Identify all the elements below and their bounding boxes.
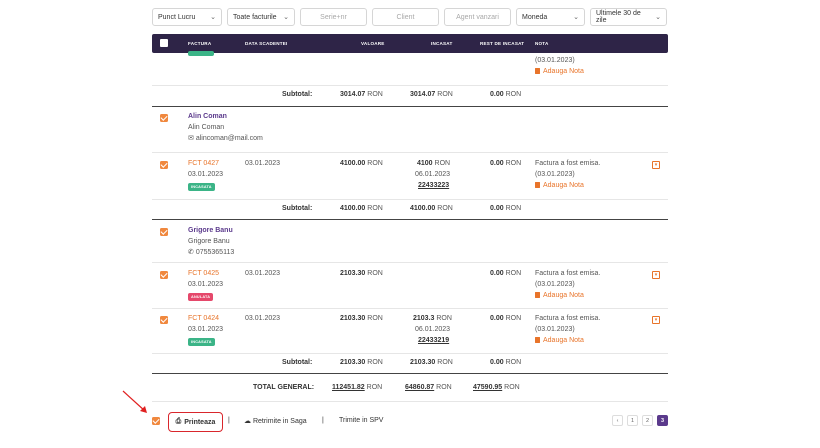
status-badge: INCASATA (188, 338, 215, 346)
payment-doc-link[interactable]: 22433223 (418, 181, 449, 192)
send-spv-button[interactable]: Trimite in SPV (339, 417, 383, 424)
chevron-down-icon: ⌄ (283, 14, 289, 21)
col-data-scadenta[interactable]: DATA SCADENTEI (245, 41, 288, 46)
punct-lucru-select[interactable]: Punct Lucru ⌄ (152, 8, 222, 26)
add-note-link[interactable]: Adauga Nota (535, 181, 584, 192)
select-all-checkbox[interactable] (160, 39, 168, 47)
period-select[interactable]: Ultimele 30 de zile ⌄ (590, 8, 667, 26)
table-header: FACTURA DATA SCADENTEI VALOARE INCASAT R… (152, 34, 668, 53)
invoice-checkbox[interactable] (160, 161, 168, 169)
client-input[interactable]: Client (372, 8, 439, 26)
printer-icon: ⎙ (175, 418, 182, 425)
agent-input[interactable]: Agent vanzari (444, 8, 511, 26)
cloud-upload-icon: ☁ (244, 418, 251, 425)
client-row: Grigore Banu Grigore Banu ✆ 0755365113 (152, 226, 668, 262)
col-rest[interactable]: REST DE INCASAT (480, 41, 524, 46)
separator: | (228, 417, 230, 424)
note-icon (535, 182, 540, 188)
status-badge (188, 51, 214, 56)
col-valoare[interactable]: VALOARE (361, 41, 385, 46)
table-row: FCT 0424 03.01.2023 INCASATA 03.01.2023 … (152, 314, 668, 352)
status-badge: INCASATA (188, 183, 215, 191)
invoice-link[interactable]: FCT 0425 (188, 269, 219, 280)
add-note-link[interactable]: Adauga Nota (535, 291, 584, 302)
page-2[interactable]: 2 (642, 415, 653, 426)
bottom-action-bar: ⎙ Printeaza | ☁ Retrimite in Saga | Trimi… (152, 412, 668, 432)
select-all-bottom-checkbox[interactable] (152, 417, 160, 425)
note-icon (535, 337, 540, 343)
page-1[interactable]: 1 (627, 415, 638, 426)
subtotal-row: Subtotal: 2103.30 RON 2103.30 RON 0.00 R… (282, 359, 522, 366)
total-row: TOTAL GENERAL: 112451.82 RON 64860.87 RO… (253, 384, 520, 391)
page-3[interactable]: 3 (657, 415, 668, 426)
invoice-link[interactable]: FCT 0424 (188, 314, 219, 325)
mail-icon: ✉ (188, 135, 194, 142)
chevron-down-icon: ⌄ (210, 14, 216, 21)
pdf-icon[interactable]: ▾ (652, 316, 660, 324)
invoice-checkbox[interactable] (160, 271, 168, 279)
phone-icon: ✆ (188, 249, 194, 256)
filter-bar: Punct Lucru ⌄ Toate facturile ⌄ Serie+nr C… (152, 8, 667, 26)
separator: | (322, 417, 324, 424)
client-checkbox[interactable] (160, 228, 168, 236)
table-row: FCT 0427 03.01.2023 INCASATA 03.01.2023 … (152, 159, 668, 197)
pdf-icon[interactable]: ▾ (652, 271, 660, 279)
col-factura[interactable]: FACTURA (188, 41, 211, 46)
add-note-link[interactable]: Adauga Nota (535, 67, 584, 78)
serie-input[interactable]: Serie+nr (300, 8, 367, 26)
note-icon (535, 68, 540, 74)
subtotal-row: Subtotal: 4100.00 RON 4100.00 RON 0.00 R… (282, 205, 522, 212)
invoice-checkbox[interactable] (160, 316, 168, 324)
table-row: (03.01.2023) Adauga Nota (152, 51, 668, 79)
pagination: ‹ 1 2 3 (612, 415, 668, 426)
invoice-link[interactable]: FCT 0427 (188, 159, 219, 170)
annotation-arrow (122, 390, 147, 413)
client-name[interactable]: Alin Coman (188, 112, 227, 123)
table-row: FCT 0425 03.01.2023 ANULATA 03.01.2023 2… (152, 269, 668, 305)
currency-select[interactable]: Moneda ⌄ (516, 8, 585, 26)
client-checkbox[interactable] (160, 114, 168, 122)
col-incasat[interactable]: INCASAT (431, 41, 452, 46)
invoice-type-select[interactable]: Toate facturile ⌄ (227, 8, 295, 26)
pdf-icon[interactable]: ▾ (652, 161, 660, 169)
page-prev[interactable]: ‹ (612, 415, 623, 426)
resend-saga-button[interactable]: ☁ Retrimite in Saga (244, 417, 307, 425)
add-note-link[interactable]: Adauga Nota (535, 336, 584, 347)
chevron-down-icon: ⌄ (655, 14, 661, 21)
chevron-down-icon: ⌄ (573, 14, 579, 21)
payment-doc-link[interactable]: 22433219 (418, 336, 449, 347)
client-name[interactable]: Grigore Banu (188, 226, 233, 237)
col-nota[interactable]: NOTA (535, 41, 548, 46)
client-row: Alin Coman Alin Coman ✉ alincoman@mail.c… (152, 112, 668, 148)
note-icon (535, 292, 540, 298)
print-button[interactable]: ⎙ Printeaza (168, 412, 223, 432)
status-badge: ANULATA (188, 293, 214, 301)
subtotal-row: Subtotal: 3014.07 RON 3014.07 RON 0.00 R… (282, 91, 522, 98)
